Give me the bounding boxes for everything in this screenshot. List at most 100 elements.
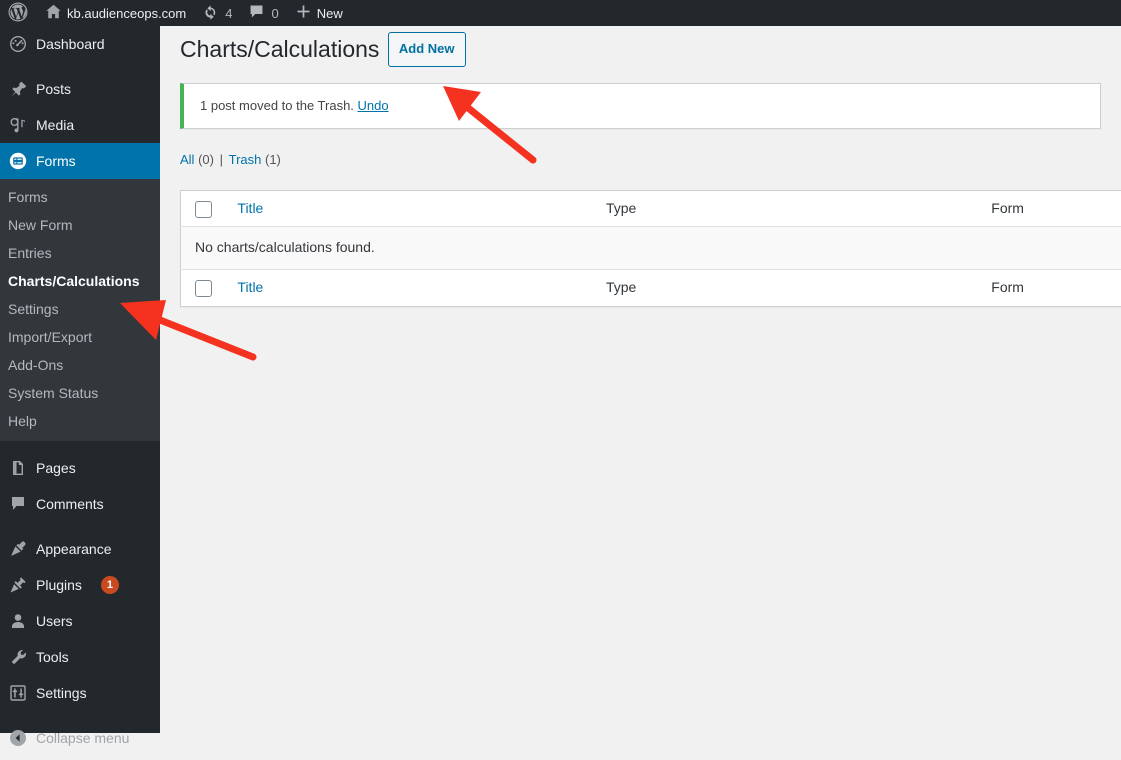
table-footer-row: Title Type Form [180, 268, 1121, 307]
sidebar-item-label: Forms [36, 153, 76, 169]
column-sort-title-footer[interactable]: Title [237, 279, 263, 295]
submenu-link[interactable]: Help [0, 407, 160, 435]
plugin-plug-icon [0, 575, 36, 595]
home-icon [45, 3, 62, 23]
comment-bubble-icon [248, 3, 265, 23]
column-label-form: Form [991, 199, 1024, 216]
table-empty-row: No charts/calculations found. [180, 226, 1121, 270]
sidebar-item-label: Tools [36, 649, 69, 665]
plus-icon [295, 3, 312, 23]
view-trash-count: (1) [264, 151, 281, 167]
submenu-link[interactable]: Settings [0, 295, 160, 323]
submenu-item-import-export[interactable]: Import/Export [0, 323, 160, 351]
body-content: Charts/Calculations Add New 1 post moved… [160, 26, 1121, 307]
column-footer-title[interactable]: Title [227, 268, 596, 307]
sidebar-item-tools[interactable]: Tools [0, 639, 160, 675]
column-header-form: Form [981, 190, 1121, 228]
sidebar-item-label: Dashboard [36, 36, 105, 52]
view-trash[interactable]: Trash (1) [229, 147, 281, 173]
submenu-link[interactable]: System Status [0, 379, 160, 407]
submenu-link[interactable]: Import/Export [0, 323, 160, 351]
submenu-link[interactable]: Forms [0, 183, 160, 211]
collapse-arrow-icon [0, 728, 36, 748]
select-all-footer [180, 268, 228, 307]
column-label-type-footer: Type [605, 278, 637, 295]
submenu-item-new-form[interactable]: New Form [0, 211, 160, 239]
updates-menu-item[interactable]: 4 [194, 0, 240, 26]
user-icon [0, 611, 36, 631]
submenu-item-settings[interactable]: Settings [0, 295, 160, 323]
submenu-item-entries[interactable]: Entries [0, 239, 160, 267]
column-sort-title[interactable]: Title [237, 200, 263, 216]
sidebar-item-pages[interactable]: Pages [0, 450, 160, 486]
media-icon [0, 115, 36, 135]
appearance-brush-icon [0, 539, 36, 559]
table-empty-message: No charts/calculations found. [180, 226, 1121, 270]
column-label-form-footer: Form [991, 278, 1024, 295]
table-body: No charts/calculations found. [180, 226, 1121, 270]
dashboard-icon [0, 34, 36, 54]
view-all-link[interactable]: All [180, 152, 194, 167]
column-footer-type: Type [595, 268, 982, 307]
sidebar-item-appearance[interactable]: Appearance [0, 531, 160, 567]
wordpress-logo-icon [8, 2, 28, 25]
comments-menu-item[interactable]: 0 [240, 0, 286, 26]
submenu-link[interactable]: Entries [0, 239, 160, 267]
wp-logo-menu-item[interactable] [0, 0, 37, 26]
select-all-checkbox-top[interactable] [195, 200, 212, 218]
column-header-title[interactable]: Title [227, 190, 596, 228]
sidebar-item-label: Users [36, 613, 73, 629]
submenu-item-charts-calculations[interactable]: Charts/Calculations [0, 267, 160, 295]
comments-icon [0, 494, 36, 514]
sidebar-item-label: Settings [36, 685, 87, 701]
add-new-button[interactable]: Add New [387, 32, 466, 68]
sidebar-item-users[interactable]: Users [0, 603, 160, 639]
undo-link[interactable]: Undo [358, 98, 389, 113]
notice-text: 1 post moved to the Trash. Undo [200, 96, 1088, 116]
view-trash-link[interactable]: Trash [229, 152, 262, 167]
sidebar-item-forms[interactable]: Forms [0, 143, 168, 179]
wrench-icon [0, 647, 36, 667]
select-all-header [180, 190, 228, 228]
site-name-menu-item[interactable]: kb.audienceops.com [37, 0, 194, 26]
page-wrap: Charts/Calculations Add New 1 post moved… [180, 26, 1121, 307]
column-label-type: Type [605, 199, 637, 216]
admin-sidebar: Dashboard Posts Media Forms Forms New Fo… [0, 26, 168, 746]
notice-message: 1 post moved to the Trash. [200, 98, 354, 114]
pages-icon [0, 458, 36, 478]
view-all[interactable]: All (0) | [180, 147, 225, 173]
views-separator: | [219, 151, 223, 167]
charts-calculations-table: Title Type Form No charts/calculations f… [180, 189, 1121, 307]
plugins-update-badge: 1 [100, 576, 119, 594]
new-content-menu-item[interactable]: New [287, 0, 351, 26]
column-header-type: Type [595, 190, 982, 228]
submenu-item-system-status[interactable]: System Status [0, 379, 160, 407]
submenu-item-add-ons[interactable]: Add-Ons [0, 351, 160, 379]
submenu-link[interactable]: New Form [0, 211, 160, 239]
trash-notice: 1 post moved to the Trash. Undo [180, 83, 1101, 129]
table-header-row: Title Type Form [180, 190, 1121, 228]
sidebar-item-media[interactable]: Media [0, 107, 160, 143]
new-content-label: New [316, 5, 343, 21]
pin-icon [0, 79, 36, 99]
sidebar-item-label: Media [36, 117, 75, 133]
column-footer-form: Form [981, 268, 1121, 307]
current-menu-arrow-icon [160, 153, 168, 169]
submenu-link[interactable]: Add-Ons [0, 351, 160, 379]
sliders-icon [0, 683, 36, 703]
content-area: Charts/Calculations Add New 1 post moved… [160, 26, 1121, 760]
sidebar-item-plugins[interactable]: Plugins 1 [0, 567, 160, 603]
submenu-link[interactable]: Charts/Calculations [0, 267, 160, 295]
select-all-checkbox-bottom[interactable] [195, 279, 212, 297]
sidebar-item-posts[interactable]: Posts [0, 71, 160, 107]
table-foot: Title Type Form [180, 268, 1121, 307]
submenu-item-help[interactable]: Help [0, 407, 160, 435]
sidebar-item-label: Appearance [36, 541, 112, 557]
collapse-menu-button[interactable]: Collapse menu [0, 720, 160, 756]
sidebar-item-dashboard[interactable]: Dashboard [0, 26, 160, 62]
submenu-item-forms[interactable]: Forms [0, 183, 160, 211]
sidebar-item-label: Plugins [36, 577, 82, 593]
sidebar-item-settings[interactable]: Settings [0, 675, 160, 711]
sidebar-item-label: Posts [36, 81, 72, 97]
sidebar-item-comments[interactable]: Comments [0, 486, 160, 522]
